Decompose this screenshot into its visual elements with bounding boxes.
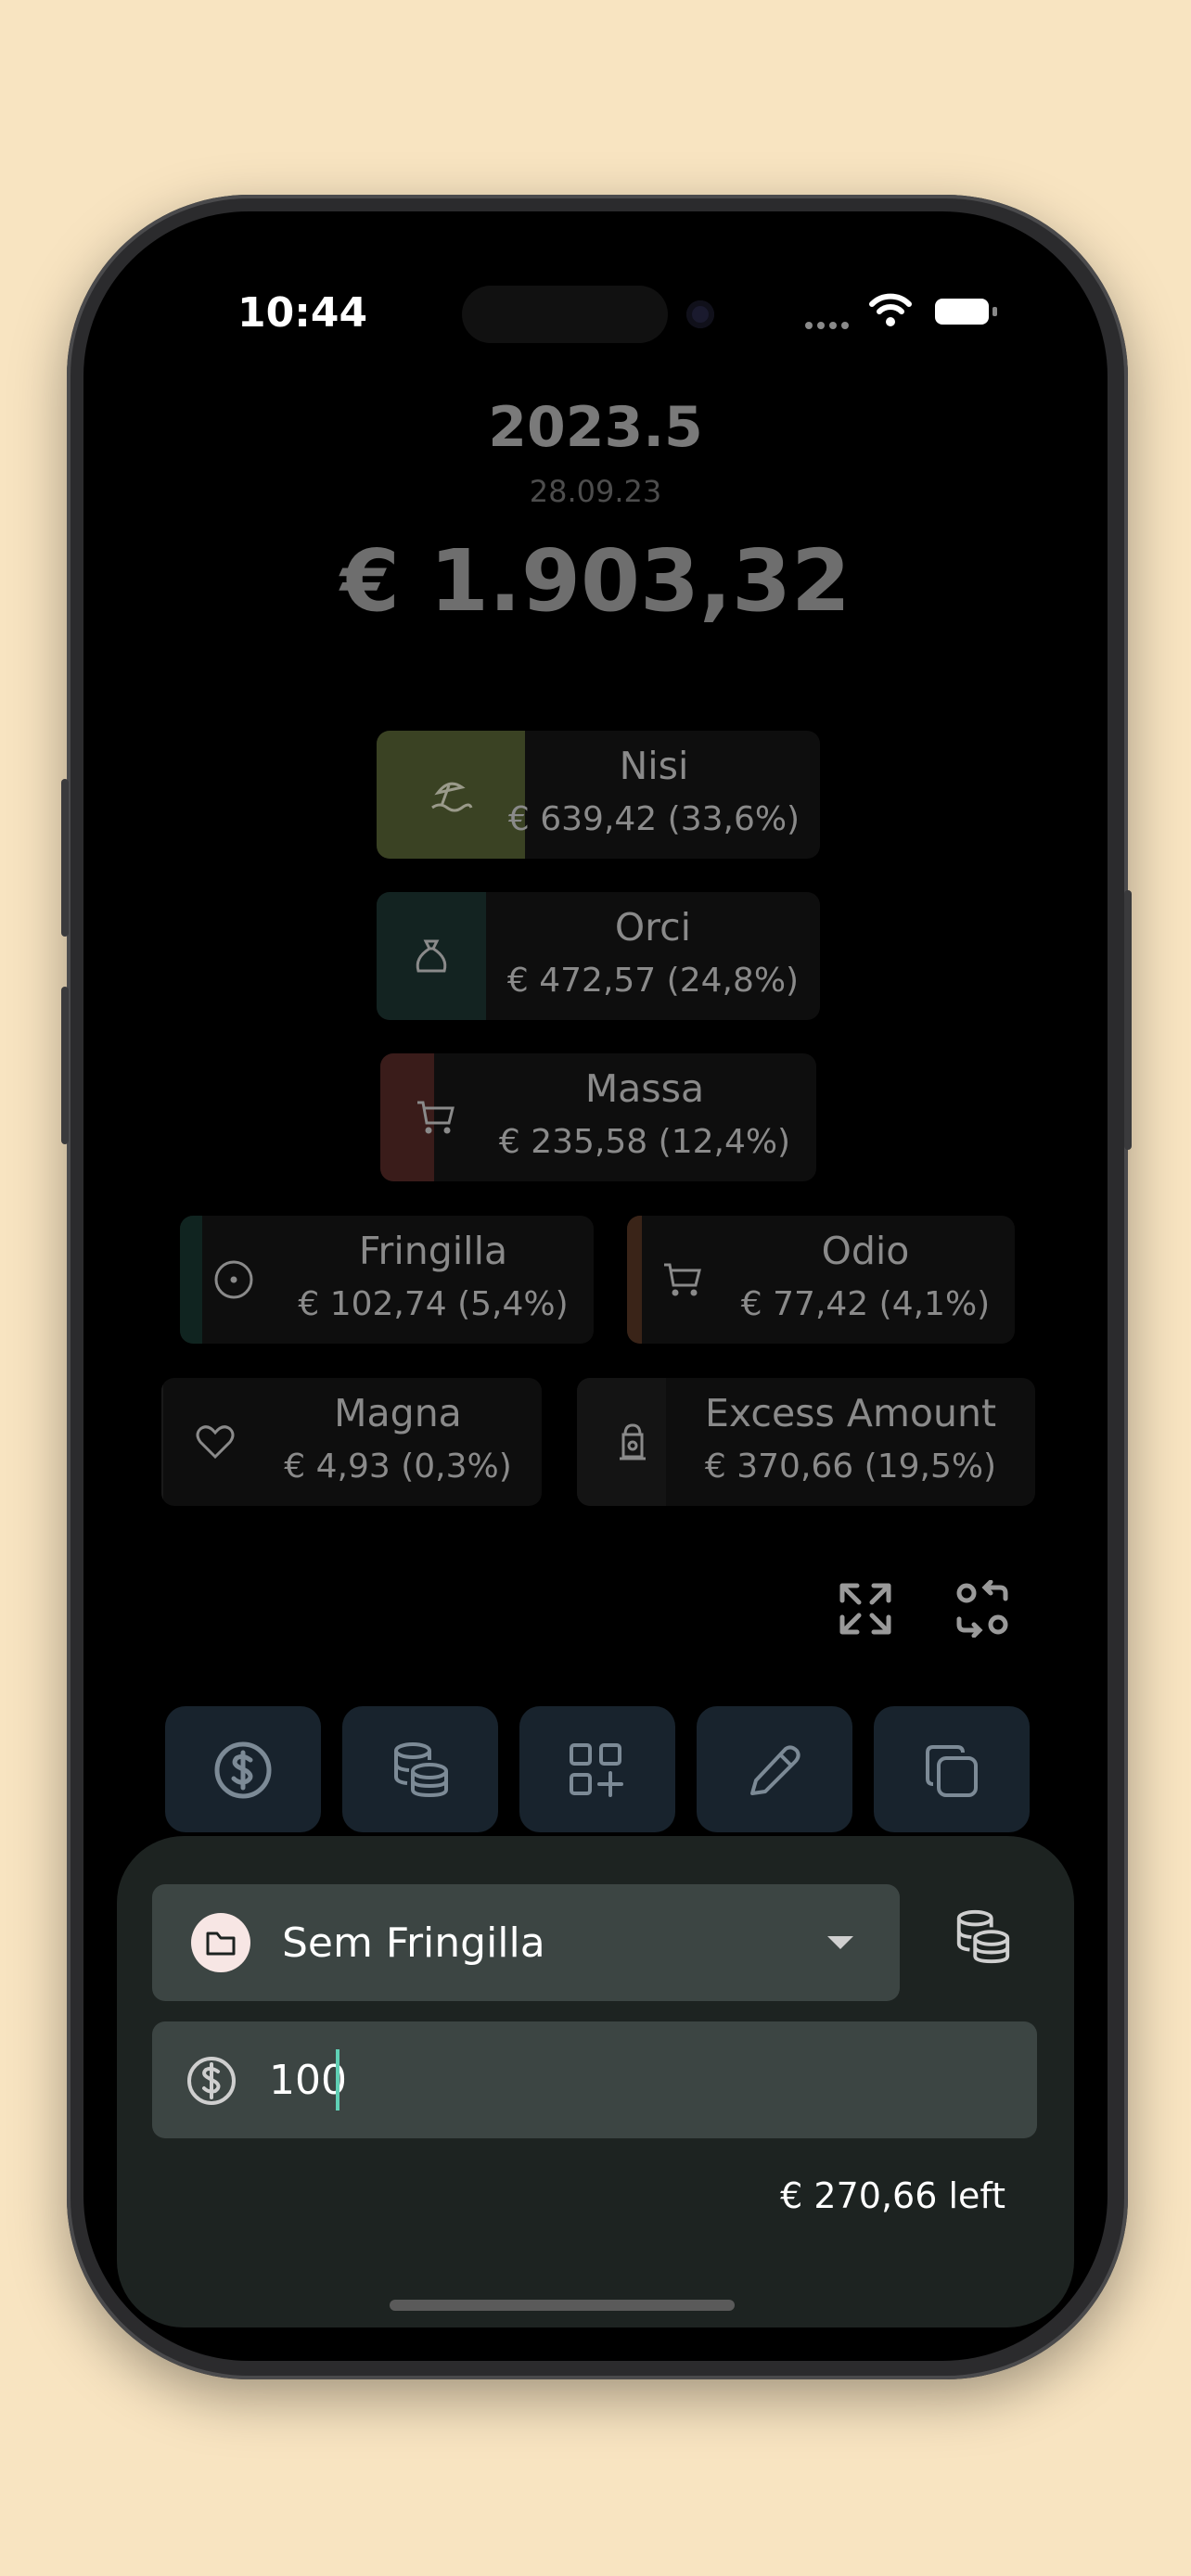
coins-icon[interactable]: [952, 1908, 1013, 1966]
category-amount: € 235,58 (12,4%): [498, 1123, 791, 1161]
status-time: 10:44: [237, 289, 368, 337]
category-name: Nisi: [619, 744, 689, 788]
battery-icon: [935, 299, 989, 325]
category-card-massa[interactable]: Massa € 235,58 (12,4%): [380, 1053, 816, 1181]
expand-icon[interactable]: [837, 1580, 894, 1638]
home-indicator[interactable]: [390, 2300, 735, 2311]
grid-add-icon: [570, 1743, 623, 1797]
battery-tip: [992, 307, 997, 316]
period-title: 2023.5: [488, 395, 703, 460]
volume-down-button: [61, 987, 69, 1144]
period-date: 28.09.23: [529, 474, 662, 509]
folder-badge: [191, 1913, 250, 1972]
amount-input[interactable]: 100: [152, 2021, 1037, 2138]
category-fill: [627, 1216, 642, 1344]
category-name: Fringilla: [358, 1229, 508, 1273]
chevron-down-icon: [827, 1936, 853, 1949]
duplicate-button[interactable]: [874, 1706, 1030, 1832]
remaining-amount: € 270,66 left: [780, 2175, 1005, 2216]
category-name: Orci: [614, 905, 692, 950]
category-dropdown[interactable]: Sem Fringilla: [152, 1884, 900, 2001]
bottom-sheet: Sem Fringilla 100 € 270,66 left: [117, 1836, 1074, 2327]
camera-icon: [686, 300, 714, 328]
money-bag-icon: [416, 939, 447, 973]
category-card-magna[interactable]: Magna € 4,93 (0,3%): [161, 1378, 542, 1506]
dollar-circle-icon: [187, 2057, 236, 2105]
category-amount: € 370,66 (19,5%): [704, 1447, 997, 1486]
heart-icon: [196, 1425, 235, 1460]
category-dropdown-value: Sem Fringilla: [282, 1919, 545, 1967]
folder-icon: [206, 1932, 236, 1956]
wifi-icon: [869, 293, 912, 326]
category-fill: [161, 1378, 163, 1506]
category-amount: € 472,57 (24,8%): [506, 962, 800, 1000]
category-amount: € 4,93 (0,3%): [284, 1447, 512, 1486]
dollar-button[interactable]: [165, 1706, 321, 1832]
pencil-icon: [750, 1745, 800, 1795]
category-card-fringilla[interactable]: Fringilla € 102,74 (5,4%): [180, 1216, 594, 1344]
category-amount: € 77,42 (4,1%): [740, 1285, 991, 1323]
volume-up-button: [61, 779, 69, 937]
dynamic-island: [462, 286, 668, 343]
category-name: Excess Amount: [704, 1391, 997, 1435]
signal-dots-icon: [805, 315, 853, 333]
category-card-orci[interactable]: Orci € 472,57 (24,8%): [377, 892, 820, 1020]
shopping-cart-icon: [417, 1101, 455, 1134]
category-card-nisi[interactable]: Nisi € 639,42 (33,6%): [377, 731, 820, 859]
dollar-icon: [214, 1741, 272, 1799]
fire-hydrant-icon: [620, 1423, 646, 1460]
category-name: Odio: [821, 1229, 910, 1273]
category-name: Magna: [334, 1391, 462, 1435]
edit-button[interactable]: [697, 1706, 852, 1832]
text-cursor: [336, 2049, 339, 2111]
coins-button[interactable]: [342, 1706, 498, 1832]
category-amount: € 102,74 (5,4%): [298, 1285, 569, 1323]
total-amount: € 1.903,32: [339, 531, 852, 631]
copy-icon: [926, 1745, 978, 1797]
category-amount: € 639,42 (33,6%): [507, 800, 800, 838]
coins-icon: [394, 1742, 448, 1798]
target-icon: [214, 1260, 253, 1299]
category-name: Massa: [584, 1066, 705, 1111]
swap-icon[interactable]: [954, 1580, 1011, 1638]
power-button: [1124, 890, 1132, 1150]
category-fill: [180, 1216, 202, 1344]
beach-umbrella-icon: [431, 782, 473, 812]
shopping-cart-icon: [664, 1263, 701, 1296]
app-screen: 10:44 2023.5 28.09.23 € 1.903,32 Nisi € …: [83, 211, 1108, 2361]
category-card-excess-amount[interactable]: Excess Amount € 370,66 (19,5%): [577, 1378, 1035, 1506]
category-card-odio[interactable]: Odio € 77,42 (4,1%): [627, 1216, 1015, 1344]
add-category-button[interactable]: [519, 1706, 675, 1832]
